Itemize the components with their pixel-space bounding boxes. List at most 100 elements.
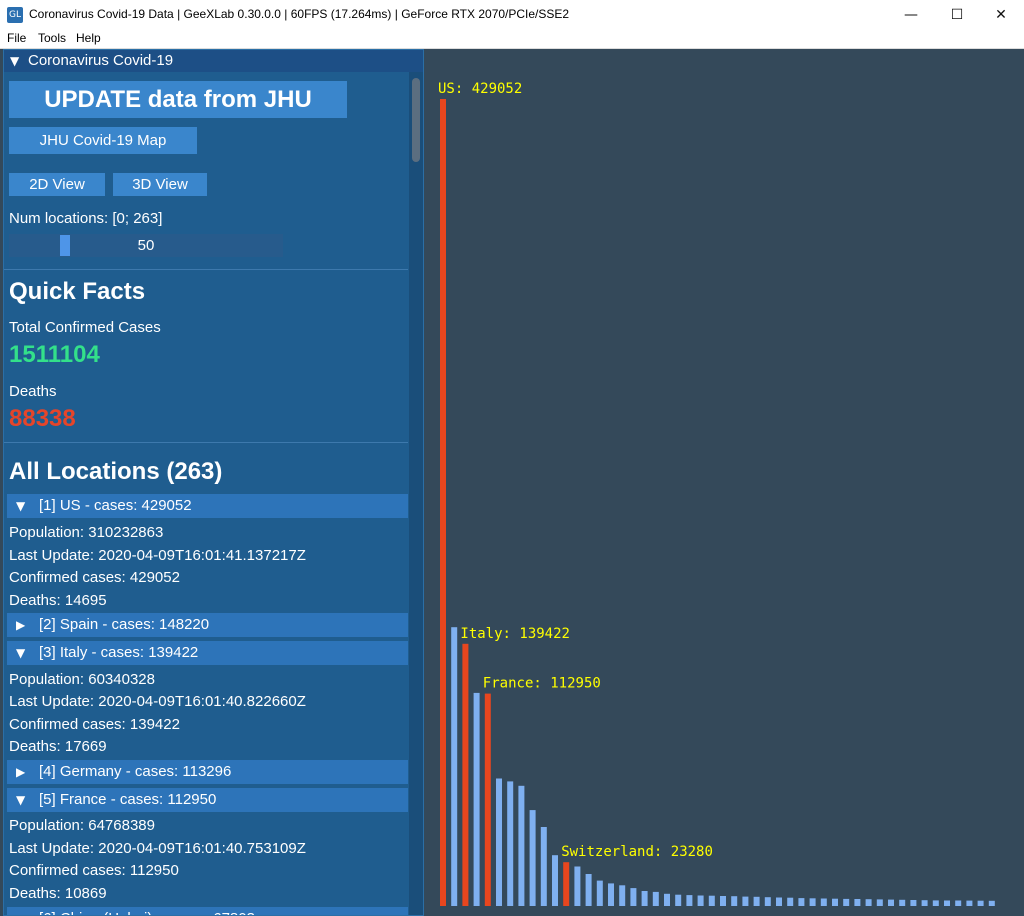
collapsed-triangle-icon: ▶ [16,907,25,915]
chart-bar [686,895,693,906]
location-last-update: Last Update: 2020-04-09T16:01:40.753109Z [9,840,306,857]
location-confirmed: Confirmed cases: 139422 [9,716,180,733]
chart-bar [809,898,816,906]
location-population: Population: 310232863 [9,524,164,541]
menu-file[interactable]: File [7,31,26,45]
separator [4,442,408,443]
collapsed-triangle-icon: ▶ [16,618,26,632]
collapse-triangle-icon: ▼ [10,54,20,68]
update-data-button[interactable]: UPDATE data from JHU [9,81,347,118]
deaths-value: 88338 [9,405,76,432]
app-icon: GL [7,7,23,23]
location-last-update: Last Update: 2020-04-09T16:01:41.137217Z [9,547,306,564]
app-window: GL Coronavirus Covid-19 Data | GeeXLab 0… [0,0,1024,916]
chart-bar [484,693,491,906]
chart-bar [619,885,626,906]
chart-bar [574,866,581,906]
num-locations-slider[interactable]: 50 [9,234,283,257]
chart-bar [787,897,794,906]
map-button[interactable]: JHU Covid-19 Map [9,127,197,154]
expanded-triangle-icon: ▼ [16,793,26,807]
chart-bar [966,900,973,906]
chart-bar [865,899,872,906]
chart-bar [652,891,659,906]
chart-bar [944,900,950,906]
location-title: [1] US - cases: 429052 [39,497,192,514]
chart-bar [462,643,469,906]
close-icon: ✕ [995,7,1007,23]
location-title: [3] Italy - cases: 139422 [39,644,199,661]
chart-bar [910,900,917,906]
chart-bar [641,891,648,906]
location-title: [5] France - cases: 112950 [39,791,217,808]
location-header[interactable]: ▼ [1] US - cases: 429052 [7,494,408,518]
maximize-button[interactable]: ☐ [934,0,980,30]
view-2d-button[interactable]: 2D View [9,173,105,196]
chart-bar [630,888,637,906]
panel-scrollbar[interactable] [409,72,423,915]
chart-bar [697,895,704,906]
cases-bar-chart: US: 429052 Italy: 139422 France: 112950 Swi… [425,49,1024,916]
chart-bar [899,899,906,906]
chart-bar [596,880,603,906]
chart-bar [708,895,715,906]
location-header[interactable]: ▶ [4] Germany - cases: 113296 [7,760,408,784]
minimize-button[interactable]: — [888,0,934,30]
chart-bar [664,893,670,906]
panel-title: Coronavirus Covid-19 [28,52,174,69]
scrollbar-thumb[interactable] [412,78,420,162]
expanded-triangle-icon: ▼ [16,499,26,513]
minimize-icon: — [904,7,918,23]
location-header[interactable]: ▼ [3] Italy - cases: 139422 [7,641,408,665]
chart-bar [798,898,805,906]
menu-help[interactable]: Help [76,31,101,45]
view-3d-button[interactable]: 3D View [113,173,207,196]
bar-annotation-label: Switzerland: 23280 [561,844,713,860]
chart-bar [955,900,962,906]
chart-bar [720,896,726,906]
chart-bar [608,883,614,906]
location-population: Population: 60340328 [9,671,155,688]
chart-bar [921,900,928,906]
panel-header[interactable]: ▼ Coronavirus Covid-19 [4,50,423,72]
location-header[interactable]: ▼ [5] France - cases: 112950 [7,788,408,812]
chart-bar [888,899,894,906]
location-header[interactable]: ▶ [6] China (Hubei) - cases: 67803 [7,907,408,915]
chart-bar [832,898,838,906]
location-deaths: Deaths: 14695 [9,592,107,609]
chart-bar [507,781,514,906]
bar-annotation-label: US: 429052 [438,81,522,97]
chart-bar [876,899,883,906]
chart-bar [496,778,502,906]
side-panel: ▼ Coronavirus Covid-19 UPDATE data from … [3,49,424,916]
chart-bar [518,785,525,906]
bar-annotation-label: Italy: 139422 [460,626,570,642]
chart-bar [540,827,547,906]
bar-annotation-label: France: 112950 [483,676,601,692]
chart-bar [440,99,446,906]
chart-bar [529,810,536,906]
location-deaths: Deaths: 10869 [9,885,107,902]
confirmed-label: Total Confirmed Cases [9,319,161,336]
location-population: Population: 64768389 [9,817,155,834]
collapsed-triangle-icon: ▶ [16,765,26,779]
location-header[interactable]: ▶ [2] Spain - cases: 148220 [7,613,408,637]
chart-bar [854,899,861,906]
menu-bar: File Tools Help [0,30,1024,49]
location-title: [6] China (Hubei) - cases: 67803 [39,907,255,915]
chart-bar [451,627,458,906]
title-bar[interactable]: GL Coronavirus Covid-19 Data | GeeXLab 0… [0,0,1024,30]
close-button[interactable]: ✕ [978,0,1024,30]
chart-bar [552,855,558,906]
chart-bar [731,896,738,906]
expanded-triangle-icon: ▼ [16,646,26,660]
chart-bar [988,900,995,906]
location-title: [4] Germany - cases: 113296 [39,763,232,780]
location-confirmed: Confirmed cases: 429052 [9,569,180,586]
menu-tools[interactable]: Tools [38,31,66,45]
slider-value: 50 [137,237,155,254]
chart-bar [776,897,782,906]
chart-bar [753,896,760,906]
confirmed-value: 1511104 [9,341,100,368]
window-title: Coronavirus Covid-19 Data | GeeXLab 0.30… [29,7,570,21]
